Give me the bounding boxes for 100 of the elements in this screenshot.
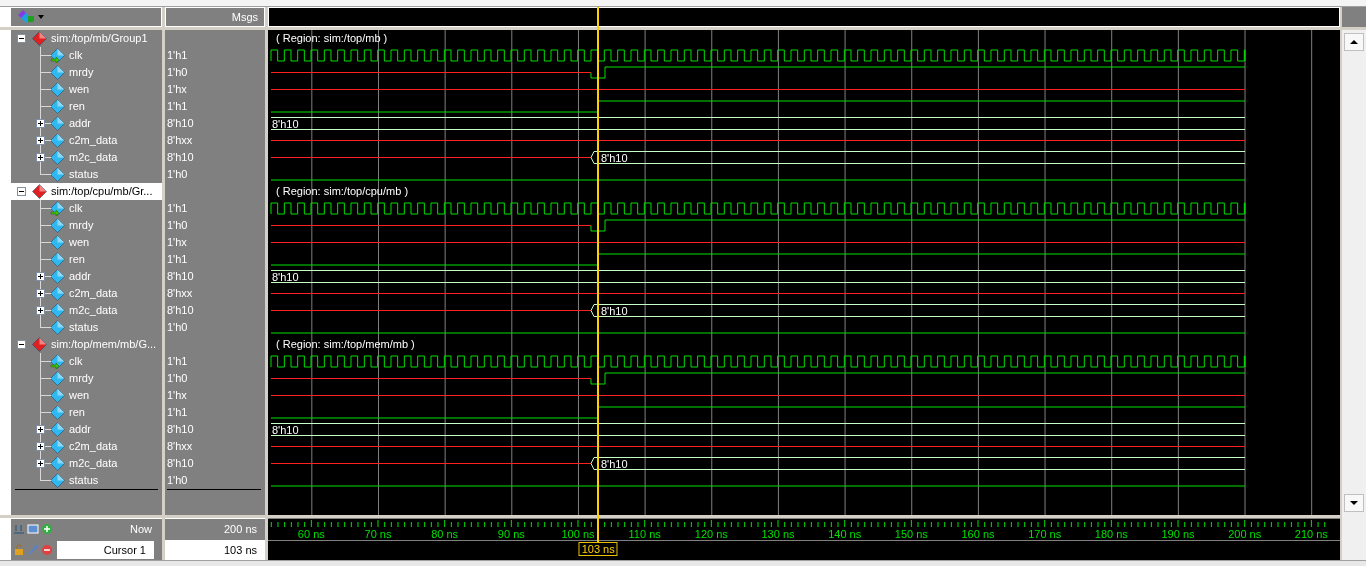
collapse-icon[interactable] [17, 339, 26, 349]
expand-icon[interactable] [36, 135, 45, 145]
add-icon[interactable] [41, 522, 53, 535]
time-label: 90 ns [497, 527, 525, 540]
scroll-up-icon[interactable] [1350, 39, 1358, 44]
collapse-icon[interactable] [17, 33, 26, 43]
signal-value: 1'h0 [167, 66, 188, 78]
time-label: 150 ns [894, 527, 928, 540]
group-path[interactable]: sim:/top/mb/Group1 [51, 32, 148, 44]
signal-name[interactable]: c2m_data [69, 287, 118, 299]
time-label: 60 ns [297, 527, 325, 540]
signal-name[interactable]: wen [69, 389, 90, 401]
signal-name[interactable]: mrdy [69, 66, 94, 78]
clock-signal-icon [50, 353, 65, 369]
signal-name[interactable]: m2c_data [69, 304, 118, 316]
signal-name[interactable]: addr [69, 270, 92, 282]
scroll-down-icon[interactable] [1350, 500, 1358, 505]
signal-name[interactable]: status [69, 168, 99, 180]
signal-name[interactable]: mrdy [69, 219, 94, 231]
now-label: Now [130, 522, 152, 535]
signal-icon [50, 115, 65, 131]
expand-icon[interactable] [36, 424, 45, 434]
signal-name[interactable]: status [69, 321, 99, 333]
time-label: 120 ns [694, 527, 728, 540]
signal-value: 1'h0 [167, 372, 188, 384]
signal-icon [50, 404, 65, 420]
signal-value: 1'h1 [167, 355, 188, 367]
signal-value: 8'h10 [167, 117, 194, 129]
signal-name[interactable]: status [69, 474, 99, 486]
signal-name[interactable]: c2m_data [69, 440, 118, 452]
signal-name[interactable]: wen [69, 236, 90, 248]
region-label: ( Region: sim:/top/mb ) [276, 32, 388, 44]
vertical-scrollbar[interactable] [1342, 6, 1366, 560]
expand-icon[interactable] [36, 152, 45, 162]
expand-icon[interactable] [36, 441, 45, 451]
caret-icon[interactable] [38, 14, 44, 19]
bus-value: 8'h10 [601, 457, 628, 469]
signal-name[interactable]: clk [69, 202, 83, 214]
signal-value: 1'h0 [167, 474, 188, 486]
signal-value: 8'h10 [167, 457, 194, 469]
signal-icon [50, 149, 65, 165]
signal-icon [50, 268, 65, 284]
expand-icon[interactable] [36, 458, 45, 468]
signal-name[interactable]: clk [69, 355, 83, 367]
time-label: 160 ns [961, 527, 995, 540]
signal-icon [50, 251, 65, 267]
signal-value: 1'h0 [167, 168, 188, 180]
signal-name[interactable]: m2c_data [69, 457, 118, 469]
signal-icon [50, 217, 65, 233]
signal-value: 8'h10 [167, 270, 194, 282]
cursor-line[interactable] [597, 6, 600, 542]
bus-value: 8'h10 [272, 117, 299, 129]
expand-icon[interactable] [36, 288, 45, 298]
cursor-time-label[interactable]: 103 ns [578, 541, 618, 556]
signal-value: 1'h1 [167, 49, 188, 61]
signal-value: 1'h1 [167, 202, 188, 214]
signal-name[interactable]: ren [69, 253, 85, 265]
expand-icon[interactable] [36, 118, 45, 128]
signal-name[interactable]: mrdy [69, 372, 94, 384]
expand-icon[interactable] [36, 305, 45, 315]
expand-icon[interactable] [36, 271, 45, 281]
signal-name[interactable]: c2m_data [69, 134, 118, 146]
signal-value: 8'hxx [167, 440, 193, 452]
signal-value: 1'h1 [167, 406, 188, 418]
signal-name[interactable]: clk [69, 49, 83, 61]
time-label: 210 ns [1294, 527, 1328, 540]
signal-value: 1'hx [167, 83, 187, 95]
signal-name[interactable]: addr [69, 423, 92, 435]
signal-icon [50, 234, 65, 250]
signal-name[interactable]: m2c_data [69, 151, 118, 163]
signal-name[interactable]: addr [69, 117, 92, 129]
signal-icon [50, 319, 65, 335]
signal-icon [50, 387, 65, 403]
collapse-icon[interactable] [17, 186, 26, 196]
cursor-time: 103 ns [223, 543, 257, 556]
remove-icon[interactable] [41, 543, 53, 556]
signal-icon [50, 64, 65, 80]
signal-name[interactable]: ren [69, 100, 85, 112]
signal-name[interactable]: ren [69, 406, 85, 418]
column-header: Msgs [231, 10, 258, 23]
region-label: ( Region: sim:/top/mem/mb ) [276, 338, 415, 350]
signal-value: 1'h0 [167, 321, 188, 333]
now-time: 200 ns [223, 522, 257, 535]
signal-value: 8'h10 [167, 151, 194, 163]
time-label: 110 ns [628, 527, 661, 540]
signal-value: 8'h10 [167, 304, 194, 316]
signal-icon [50, 81, 65, 97]
signal-name[interactable]: wen [69, 83, 90, 95]
bus-value: 8'h10 [601, 304, 628, 316]
scrollbar-corner [1342, 6, 1366, 27]
signal-value: 8'h10 [167, 423, 194, 435]
signal-value: 8'hxx [167, 287, 193, 299]
group-path[interactable]: sim:/top/mem/mb/G... [51, 338, 157, 350]
clock-signal-icon [50, 47, 65, 63]
region-label: ( Region: sim:/top/cpu/mb ) [276, 185, 409, 197]
signal-value: 1'h1 [167, 253, 188, 265]
signal-value: 1'hx [167, 389, 187, 401]
cursor-name-field[interactable]: Cursor 1 [57, 540, 154, 559]
time-label: 140 ns [828, 527, 862, 540]
window-icon[interactable] [27, 522, 39, 535]
